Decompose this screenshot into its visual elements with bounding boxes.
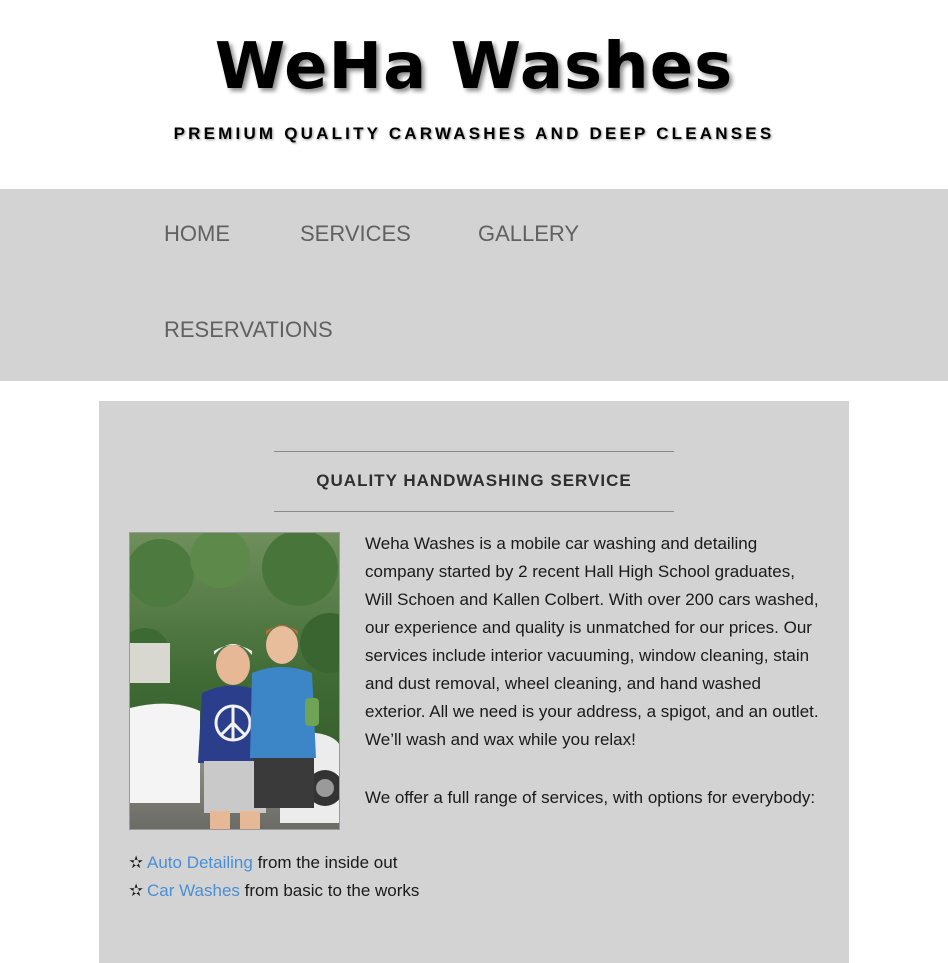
star-outline-icon: ✫ xyxy=(129,881,144,901)
list-item: ✫ Car Washes from basic to the works xyxy=(129,877,729,905)
page: WeHa Washes PREMIUM QUALITY CARWASHES AN… xyxy=(0,0,948,963)
content-panel: QUALITY HANDWASHING SERVICE Weha Washes … xyxy=(99,401,849,963)
site-tagline: PREMIUM QUALITY CARWASHES AND DEEP CLEAN… xyxy=(173,124,775,143)
section-heading: QUALITY HANDWASHING SERVICE xyxy=(316,471,632,490)
divider-top xyxy=(274,451,674,452)
nav-item-gallery[interactable]: GALLERY xyxy=(478,221,579,247)
nav-item-home[interactable]: HOME xyxy=(164,221,230,247)
about-paragraph: Weha Washes is a mobile car washing and … xyxy=(365,534,819,749)
service-description: from basic to the works xyxy=(239,881,420,900)
services-intro: We offer a full range of services, with … xyxy=(365,788,816,807)
nav-item-services[interactable]: SERVICES xyxy=(300,221,411,247)
founders-photo xyxy=(129,532,340,830)
main-nav: HOME SERVICES GALLERY RESERVATIONS xyxy=(0,189,948,381)
site-title[interactable]: WeHa Washes xyxy=(0,30,948,104)
divider-bottom xyxy=(274,511,674,512)
about-text: Weha Washes is a mobile car washing and … xyxy=(365,530,825,812)
service-list: ✫ Auto Detailing from the inside out ✫ Car… xyxy=(129,849,729,905)
list-item: ✫ Auto Detailing from the inside out xyxy=(129,849,729,877)
nav-item-reservations[interactable]: RESERVATIONS xyxy=(164,317,333,343)
service-description: from the inside out xyxy=(252,853,398,872)
auto-detailing-link[interactable]: Auto Detailing xyxy=(147,853,253,872)
star-outline-icon: ✫ xyxy=(129,853,144,873)
car-washes-link[interactable]: Car Washes xyxy=(147,881,240,900)
